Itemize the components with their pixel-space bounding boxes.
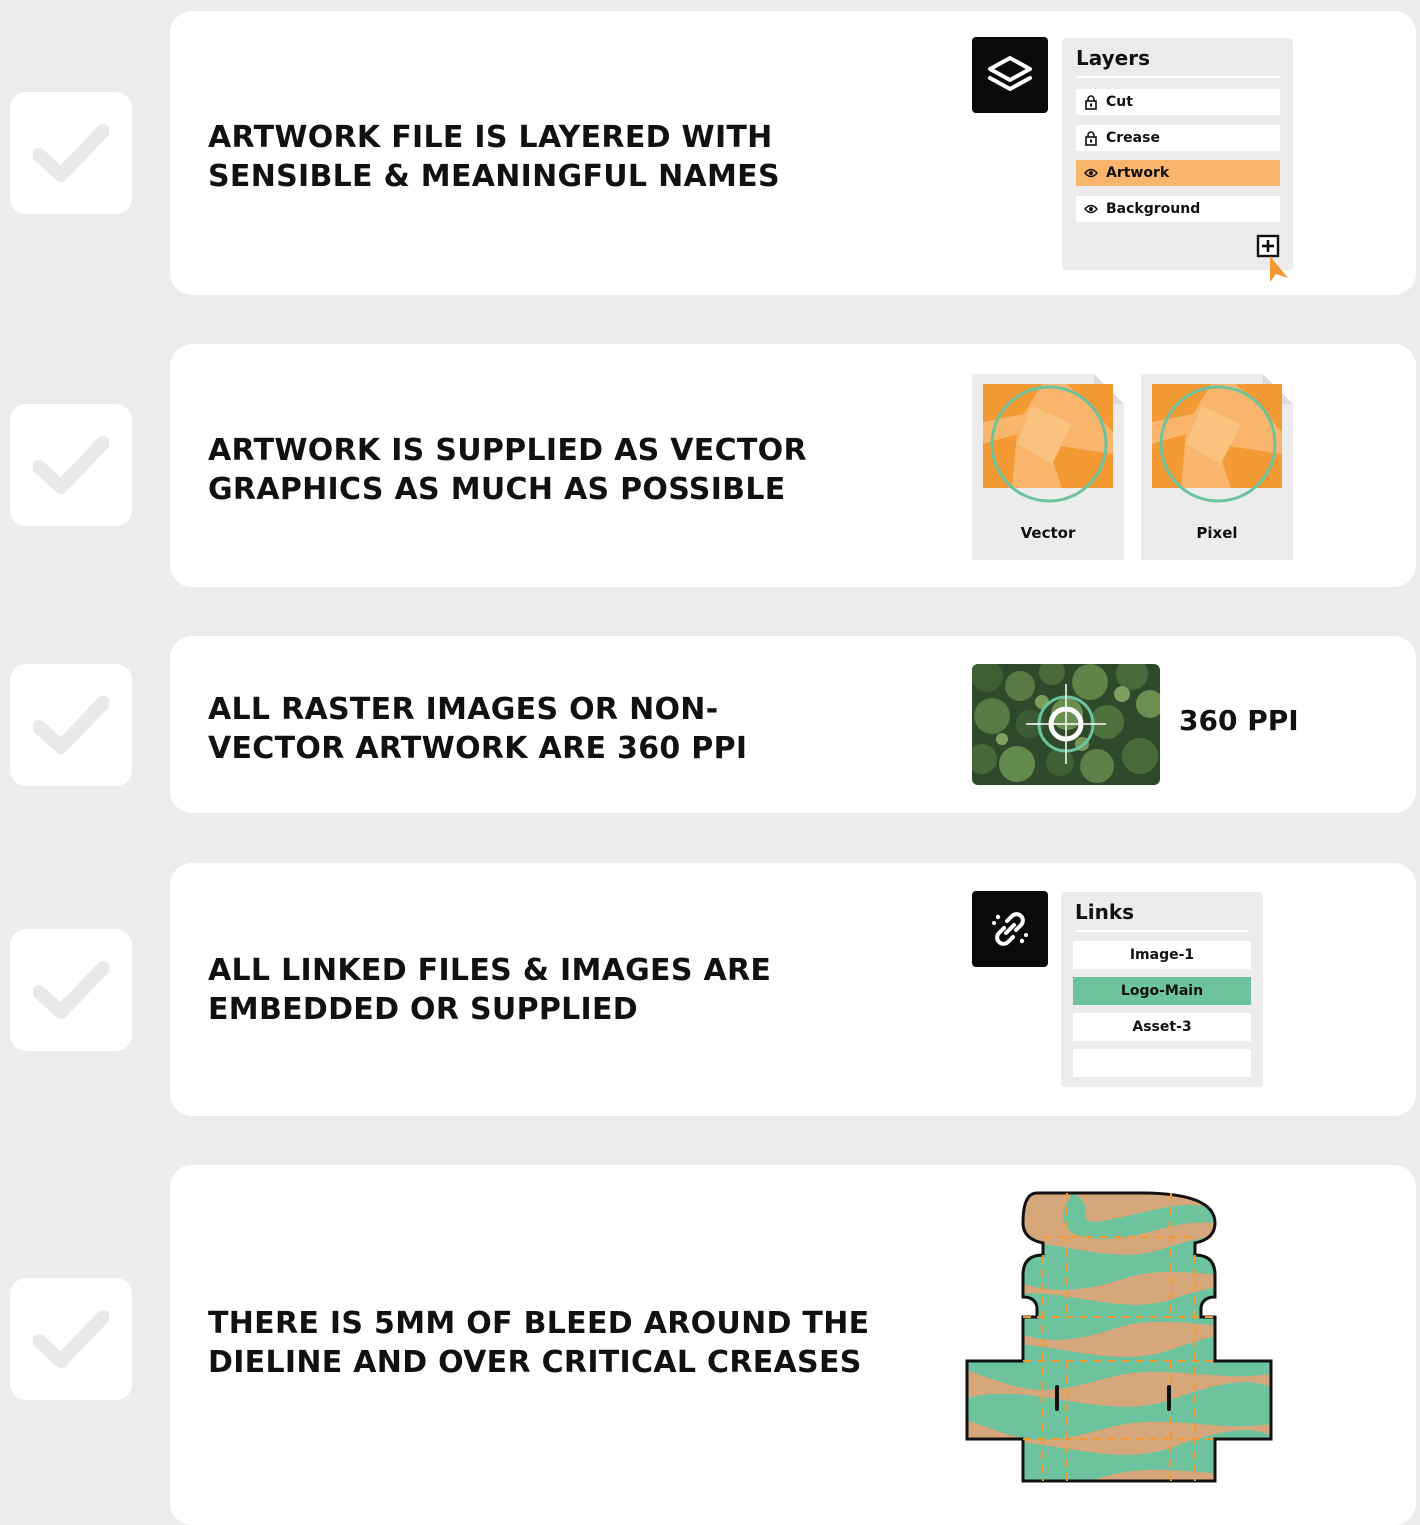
- checklist-card-bleed: THERE IS 5MM OF BLEED AROUND THE DIELINE…: [170, 1165, 1416, 1525]
- layers-panel-title: Layers: [1076, 46, 1150, 70]
- card-title: THERE IS 5MM OF BLEED AROUND THE DIELINE…: [208, 1306, 870, 1380]
- layers-icon[interactable]: [972, 37, 1048, 113]
- checkmark-icon: [33, 1310, 109, 1368]
- layer-row-artwork[interactable]: Artwork: [1076, 160, 1280, 186]
- cursor-icon: [1270, 256, 1288, 282]
- checklist-card-vector: ARTWORK IS SUPPLIED AS VECTOR GRAPHICS A…: [170, 344, 1416, 587]
- card-title: ARTWORK IS SUPPLIED AS VECTOR GRAPHICS A…: [208, 433, 807, 507]
- add-layer-icon[interactable]: [1256, 234, 1296, 284]
- divider: [1075, 930, 1249, 932]
- file-type-label: Pixel: [1196, 524, 1238, 542]
- forest-image: [972, 664, 1160, 785]
- lock-icon[interactable]: [1084, 130, 1098, 146]
- vector-file[interactable]: Vector: [972, 374, 1124, 560]
- layer-row-cut[interactable]: Cut: [1076, 89, 1280, 115]
- links-panel-title: Links: [1075, 900, 1135, 924]
- checkmark-icon: [33, 436, 109, 494]
- eye-icon[interactable]: [1084, 167, 1098, 179]
- card-title: ALL RASTER IMAGES OR NON- VECTOR ARTWORK…: [208, 692, 748, 766]
- checkmark-icon: [33, 961, 109, 1019]
- links-panel: Links Image-1 Logo-Main Asset-3: [1061, 892, 1263, 1087]
- layer-row-background[interactable]: Background: [1076, 196, 1280, 222]
- checkmark-icon: [33, 696, 109, 754]
- lock-icon[interactable]: [1084, 94, 1098, 110]
- resolution-label: 360 PPI: [1179, 704, 1299, 737]
- card-title: ARTWORK FILE IS LAYERED WITH SENSIBLE & …: [208, 120, 780, 194]
- checkbox-3[interactable]: [10, 664, 132, 786]
- layer-label: Crease: [1106, 130, 1160, 146]
- layer-row-crease[interactable]: Crease: [1076, 125, 1280, 151]
- link-row-asset-3[interactable]: Asset-3: [1073, 1013, 1251, 1041]
- layer-label: Artwork: [1106, 165, 1170, 181]
- checkbox-4[interactable]: [10, 929, 132, 1051]
- dieline-illustration: [965, 1191, 1273, 1483]
- link-row-logo-main[interactable]: Logo-Main: [1073, 977, 1251, 1005]
- layers-panel: Layers Cut Crease Artwork Background: [1062, 38, 1293, 282]
- checkbox-1[interactable]: [10, 92, 132, 214]
- link-row-image-1[interactable]: Image-1: [1073, 941, 1251, 969]
- eye-icon[interactable]: [1084, 203, 1098, 215]
- checkbox-5[interactable]: [10, 1278, 132, 1400]
- pixel-file[interactable]: Pixel: [1141, 374, 1293, 560]
- layer-label: Background: [1106, 201, 1201, 217]
- link-icon[interactable]: [972, 891, 1048, 967]
- file-type-label: Vector: [1020, 524, 1076, 542]
- checklist-card-resolution: ALL RASTER IMAGES OR NON- VECTOR ARTWORK…: [170, 636, 1416, 813]
- link-row-empty[interactable]: [1073, 1049, 1251, 1077]
- checklist-card-layers: ARTWORK FILE IS LAYERED WITH SENSIBLE & …: [170, 11, 1416, 295]
- divider: [1076, 76, 1279, 78]
- layer-label: Cut: [1106, 94, 1133, 110]
- card-title: ALL LINKED FILES & IMAGES ARE EMBEDDED O…: [208, 953, 772, 1027]
- checkbox-2[interactable]: [10, 404, 132, 526]
- checkmark-icon: [33, 124, 109, 182]
- checklist-card-links: ALL LINKED FILES & IMAGES ARE EMBEDDED O…: [170, 863, 1416, 1116]
